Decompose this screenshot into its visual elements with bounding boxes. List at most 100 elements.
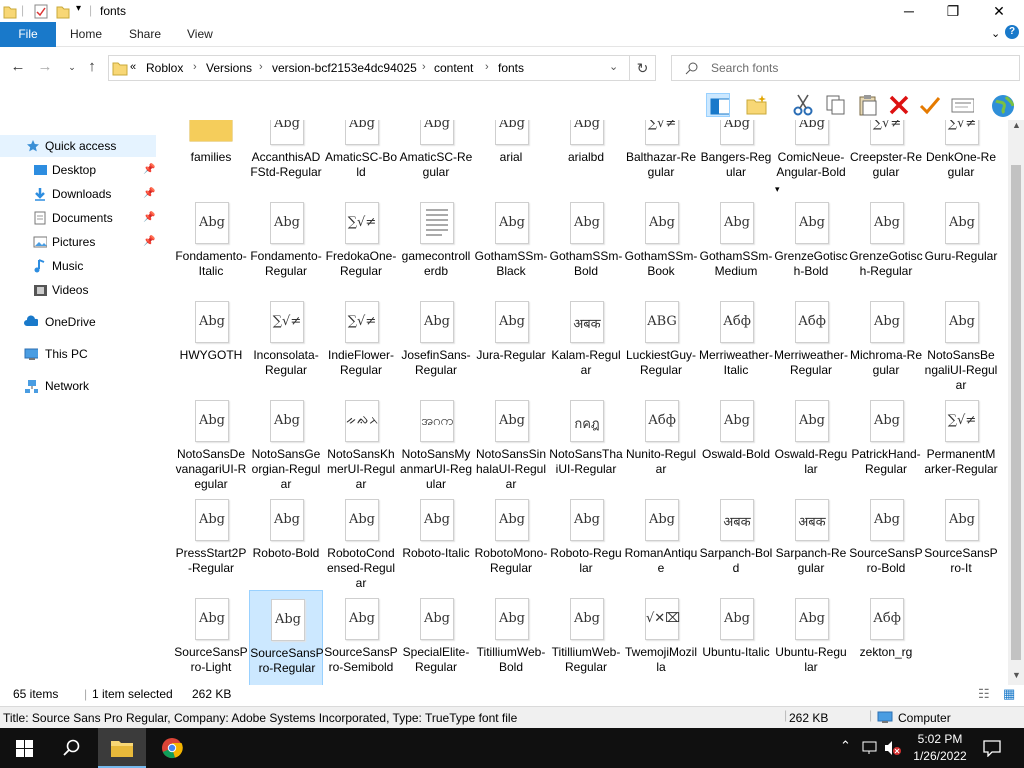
- close-button[interactable]: ✕: [976, 0, 1022, 22]
- scroll-up-icon[interactable]: ▲: [1012, 120, 1021, 130]
- globe-icon[interactable]: [990, 93, 1014, 117]
- file-item[interactable]: Abg TitilliumWeb-Regular: [549, 590, 623, 685]
- copy-icon[interactable]: [824, 93, 848, 117]
- file-item[interactable]: Abg HWYGOTH: [174, 293, 248, 389]
- file-item[interactable]: families: [174, 120, 248, 191]
- nav-downloads[interactable]: Downloads 📌: [0, 183, 156, 205]
- customize-qat-icon[interactable]: ▾: [76, 3, 81, 14]
- file-item[interactable]: अबक Kalam-Regular: [549, 293, 623, 389]
- clock-date[interactable]: 1/26/2022: [910, 749, 970, 763]
- pin-icon[interactable]: 📌: [143, 231, 155, 253]
- pin-icon[interactable]: 📌: [143, 183, 155, 205]
- tab-share[interactable]: Share: [117, 22, 173, 47]
- file-item[interactable]: Abg SourceSansPro-Semibold: [324, 590, 398, 685]
- tab-view[interactable]: View: [175, 22, 225, 47]
- file-item[interactable]: Abg GothamSSm-Book: [624, 194, 698, 290]
- refresh-button[interactable]: ↻: [630, 55, 656, 81]
- chevron-right-icon[interactable]: ›: [259, 61, 263, 73]
- file-item[interactable]: Abg GrenzeGotisch-Regular: [849, 194, 923, 290]
- nav-desktop[interactable]: Desktop 📌: [0, 159, 156, 181]
- breadcrumb-roblox[interactable]: Roblox: [146, 61, 183, 75]
- volume-muted-icon[interactable]: [884, 740, 902, 756]
- file-item[interactable]: Abg Michroma-Regular: [849, 293, 923, 389]
- file-item[interactable]: Abg NotoSansSinhalaUI-Regular: [474, 392, 548, 491]
- file-item[interactable]: √✕⌧ TwemojiMozilla: [624, 590, 698, 685]
- network-status-icon[interactable]: [862, 740, 878, 756]
- file-item[interactable]: Абф Nunito-Regular: [624, 392, 698, 488]
- file-item[interactable]: Abg ComicNeue-Angular-Bold: [774, 120, 848, 191]
- file-item[interactable]: Abg Ubuntu-Italic: [699, 590, 773, 685]
- file-item[interactable]: Abg RobotoMono-Regular: [474, 491, 548, 587]
- file-item[interactable]: Abg NotoSansBengaliUI-Regular: [924, 293, 998, 392]
- chevron-up-icon[interactable]: ⌃: [840, 738, 851, 754]
- file-item[interactable]: Abg arial: [474, 120, 548, 191]
- nav-videos[interactable]: Videos: [0, 279, 156, 301]
- taskbar-chrome[interactable]: [148, 728, 196, 768]
- rename-check-icon[interactable]: [918, 93, 942, 117]
- large-icons-view-icon[interactable]: ▦: [1003, 686, 1015, 702]
- nav-this-pc[interactable]: This PC: [0, 343, 156, 365]
- preview-pane-icon[interactable]: [706, 93, 730, 117]
- file-item[interactable]: Абф Merriweather-Italic: [699, 293, 773, 389]
- file-item[interactable]: अबक Sarpanch-Regular: [774, 491, 848, 587]
- file-item[interactable]: Abg Ubuntu-Regular: [774, 590, 848, 685]
- search-icon[interactable]: [63, 739, 81, 757]
- recent-locations-button[interactable]: ⌄: [62, 58, 82, 76]
- file-item[interactable]: ∑√≠ Balthazar-Regular: [624, 120, 698, 191]
- delete-icon[interactable]: [887, 93, 911, 117]
- search-box[interactable]: Search fonts: [671, 55, 1020, 81]
- file-item[interactable]: Abg Roboto-Italic: [399, 491, 473, 587]
- file-item[interactable]: Abg SourceSansPro-It: [924, 491, 998, 587]
- tab-home[interactable]: Home: [58, 22, 114, 47]
- properties-icon[interactable]: [34, 4, 48, 19]
- nav-onedrive[interactable]: OneDrive: [0, 311, 156, 333]
- file-item[interactable]: Abg RobotoCondensed-Regular: [324, 491, 398, 590]
- new-folder-icon[interactable]: [744, 93, 768, 117]
- paste-icon[interactable]: [856, 93, 880, 117]
- file-item[interactable]: ∑√≠ Inconsolata-Regular: [249, 293, 323, 389]
- file-item[interactable]: ∑√≠ PermanentMarker-Regular: [924, 392, 998, 488]
- file-item[interactable]: Abg PressStart2P-Regular: [174, 491, 248, 587]
- file-item[interactable]: Abg Roboto-Bold: [249, 491, 323, 587]
- file-item[interactable]: အဂက NotoSansMyanmarUI-Regular: [399, 392, 473, 491]
- vertical-scrollbar[interactable]: ▲ ▼: [1008, 120, 1024, 685]
- file-item[interactable]: gamecontrollerdb: [399, 194, 473, 290]
- breadcrumb-overflow[interactable]: «: [130, 61, 136, 73]
- file-item[interactable]: Abg Oswald-Bold: [699, 392, 773, 488]
- maximize-button[interactable]: ❐: [930, 0, 976, 22]
- file-item[interactable]: ∑√≠ Creepster-Regular: [849, 120, 923, 191]
- breadcrumb-versions[interactable]: Versions: [206, 61, 252, 75]
- file-item[interactable]: Abg AmaticSC-Regular: [399, 120, 473, 191]
- file-item[interactable]: Abg GrenzeGotisch-Bold: [774, 194, 848, 290]
- scrollbar-thumb[interactable]: [1011, 165, 1021, 660]
- windows-start-icon[interactable]: [16, 740, 33, 757]
- notifications-icon[interactable]: [983, 739, 1001, 757]
- file-item[interactable]: Abg Roboto-Regular: [549, 491, 623, 587]
- file-item[interactable]: Abg PatrickHand-Regular: [849, 392, 923, 488]
- file-item[interactable]: Abg RomanAntique: [624, 491, 698, 587]
- chevron-right-icon[interactable]: ›: [422, 61, 426, 73]
- file-item[interactable]: अबक Sarpanch-Bold: [699, 491, 773, 587]
- nav-pictures[interactable]: Pictures 📌: [0, 231, 156, 253]
- chevron-right-icon[interactable]: ›: [193, 61, 197, 73]
- nav-documents[interactable]: Documents 📌: [0, 207, 156, 229]
- file-item[interactable]: Abg GothamSSm-Medium: [699, 194, 773, 290]
- breadcrumb-version[interactable]: version-bcf2153e4dc94025: [272, 61, 417, 75]
- file-item[interactable]: ABG LuckiestGuy-Regular: [624, 293, 698, 389]
- file-item[interactable]: Abg NotoSansDevanagariUI-Regular: [174, 392, 248, 491]
- up-button[interactable]: ↑: [82, 58, 102, 76]
- clock-time[interactable]: 5:02 PM: [915, 732, 965, 746]
- breadcrumb-fonts[interactable]: fonts: [498, 61, 524, 75]
- cut-icon[interactable]: [791, 93, 815, 117]
- nav-music[interactable]: Music: [0, 255, 156, 277]
- file-item[interactable]: Abg SpecialElite-Regular: [399, 590, 473, 685]
- chevron-down-icon[interactable]: ⌄: [609, 60, 618, 73]
- file-item[interactable]: Abg NotoSansGeorgian-Regular: [249, 392, 323, 491]
- expand-ribbon-icon[interactable]: ⌄: [991, 27, 1000, 40]
- file-item[interactable]: Abg SourceSansPro-Light: [174, 590, 248, 685]
- file-item[interactable]: Abg GothamSSm-Black: [474, 194, 548, 290]
- address-bar[interactable]: « Roblox › Versions › version-bcf2153e4d…: [108, 55, 630, 81]
- forward-button[interactable]: →: [35, 58, 55, 76]
- file-item[interactable]: ∑√≠ DenkOne-Regular: [924, 120, 998, 191]
- file-item[interactable]: Abg SourceSansPro-Regular: [249, 590, 324, 685]
